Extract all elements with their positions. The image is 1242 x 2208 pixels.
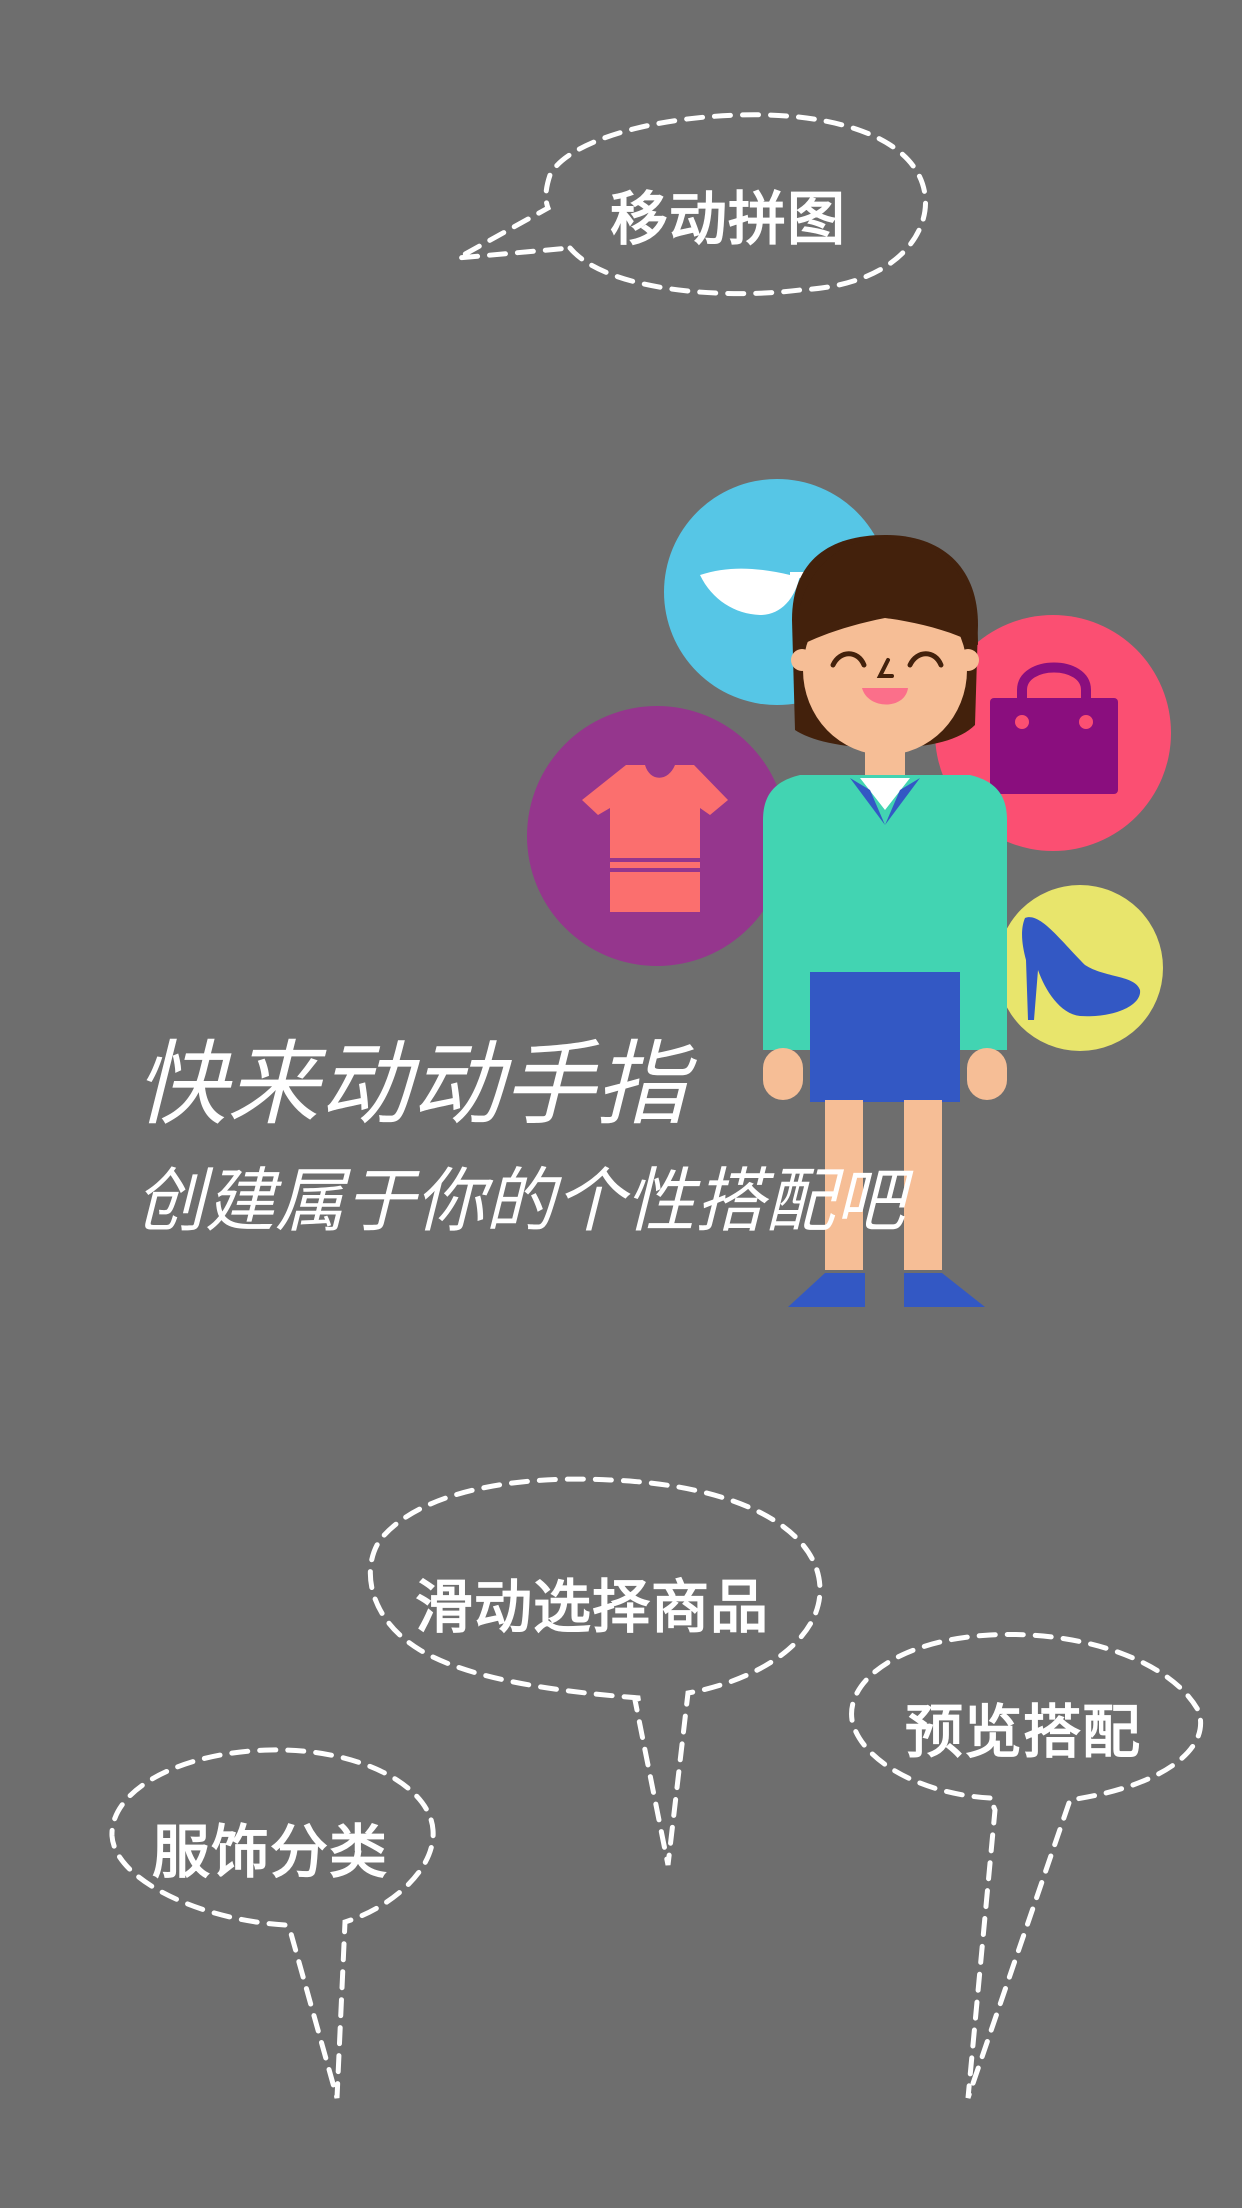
tshirt-circle bbox=[527, 706, 787, 966]
headline-line2: 创建属于你的个性搭配吧 bbox=[135, 1160, 905, 1242]
bubble-label-slide-select: 滑动选择商品 bbox=[415, 1573, 770, 1641]
bubble-label-puzzle: 移动拼图 bbox=[610, 185, 847, 253]
speech-bubble-left bbox=[109, 1747, 436, 2099]
bubble-label-preview: 预览搭配 bbox=[905, 1698, 1142, 1766]
headline-line1: 快来动动手指 bbox=[135, 1031, 688, 1138]
speech-bubble-middle bbox=[367, 1476, 823, 1866]
bubble-label-categories: 服饰分类 bbox=[152, 1818, 389, 1886]
heel-circle bbox=[997, 885, 1163, 1051]
